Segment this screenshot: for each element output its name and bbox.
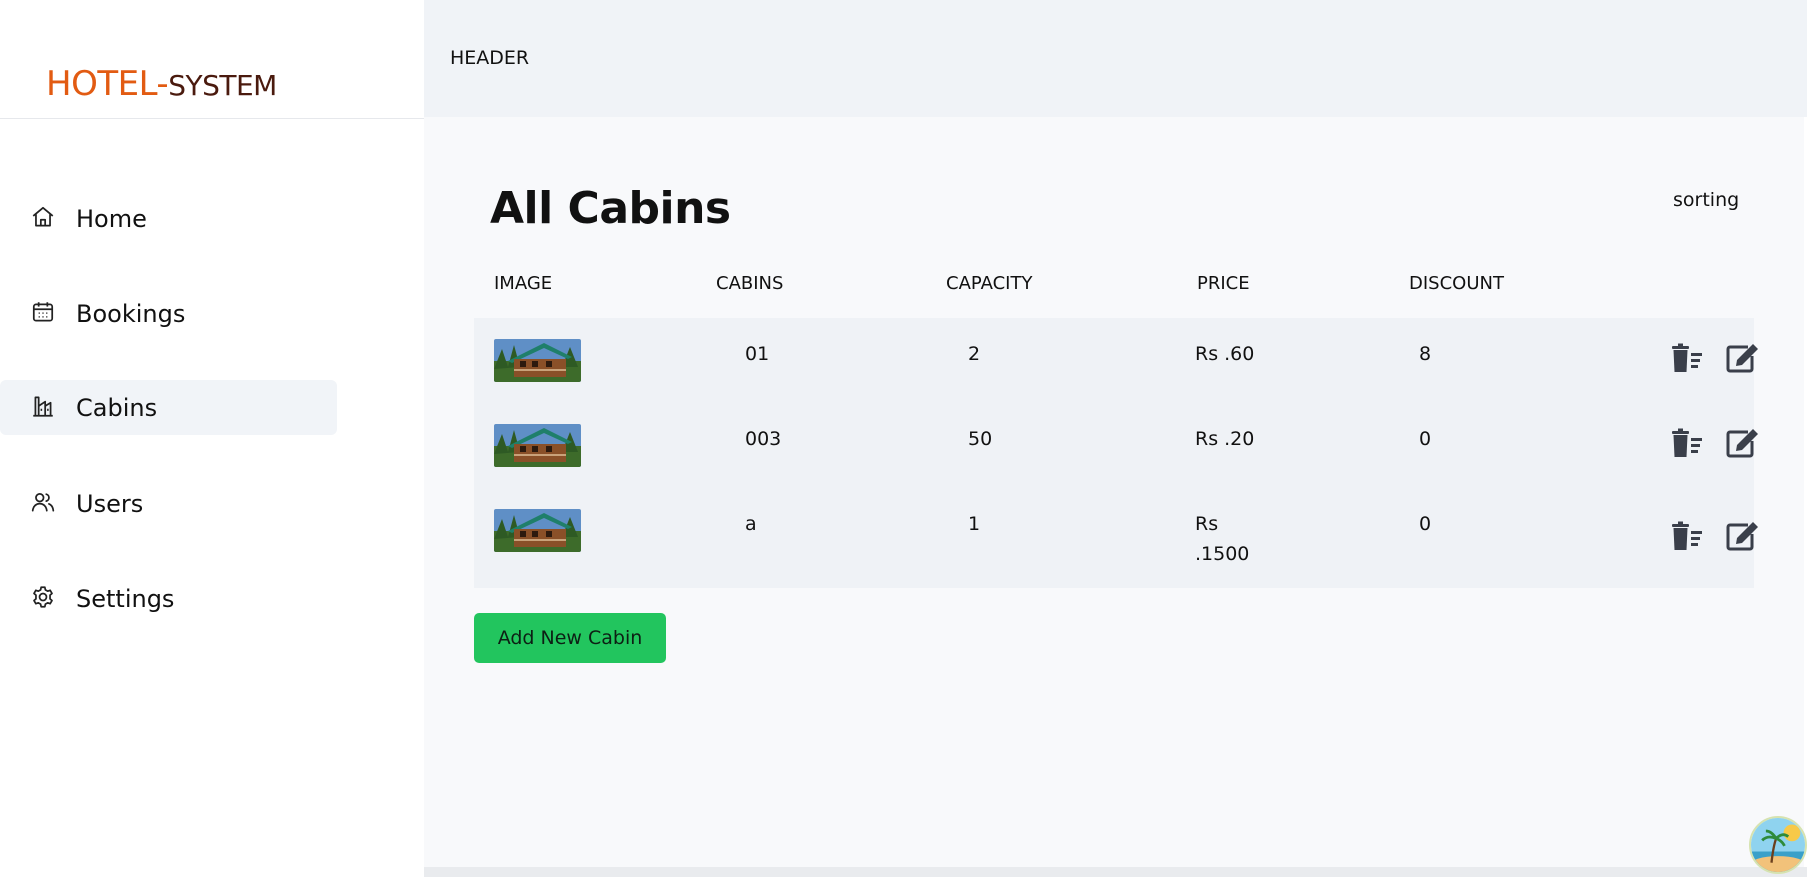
sidebar-item-label: Users: [76, 489, 144, 518]
trash-icon: [1670, 521, 1704, 555]
cabin-name: 003: [745, 428, 782, 450]
users-icon: [30, 489, 56, 519]
cabin-capacity: 1: [968, 513, 981, 535]
column-header-capacity: CAPACITY: [946, 273, 1033, 294]
sidebar-item-home[interactable]: Home: [0, 191, 337, 246]
brand-logo[interactable]: HOTEL-SYSTEM: [46, 62, 277, 108]
sidebar-item-label: Settings: [76, 584, 175, 613]
logo-divider: [0, 118, 424, 119]
add-new-cabin-button[interactable]: Add New Cabin: [474, 613, 666, 663]
avatar[interactable]: [1749, 816, 1807, 874]
edit-icon: [1725, 343, 1759, 377]
calendar-icon: [30, 299, 56, 329]
home-icon: [30, 204, 56, 234]
edit-icon: [1725, 428, 1759, 462]
sidebar-item-settings[interactable]: Settings: [0, 571, 337, 626]
sidebar-item-label: Home: [76, 204, 147, 233]
brand-part-hotel: HOTEL-: [46, 64, 169, 104]
cabin-name: 01: [745, 343, 770, 365]
cabin-price: Rs .1500: [1195, 513, 1250, 565]
horizontal-scrollbar[interactable]: [424, 867, 1807, 877]
table-row: 01 2 Rs .60 8: [474, 318, 1758, 403]
cabin-capacity: 50: [968, 428, 993, 450]
column-header-cabins: CABINS: [716, 273, 784, 294]
main-content: All Cabins sorting IMAGE CABINS CAPACITY…: [424, 117, 1804, 867]
cabin-discount: 0: [1419, 428, 1432, 450]
column-header-image: IMAGE: [494, 273, 553, 294]
edit-button[interactable]: [1725, 343, 1759, 377]
cabins-table-body: 01 2 Rs .60 8 003 50 Rs .20 0 a 1 Rs .15…: [474, 318, 1758, 588]
cabin-capacity: 2: [968, 343, 981, 365]
trash-icon: [1670, 428, 1704, 462]
sidebar-item-bookings[interactable]: Bookings: [0, 286, 337, 341]
page-title: All Cabins: [490, 183, 731, 234]
table-row: 003 50 Rs .20 0: [474, 403, 1758, 488]
edit-button[interactable]: [1725, 521, 1759, 555]
delete-button[interactable]: [1670, 343, 1704, 377]
table-row: a 1 Rs .1500 0: [474, 488, 1758, 588]
column-header-discount: DISCOUNT: [1409, 273, 1504, 294]
delete-button[interactable]: [1670, 521, 1704, 555]
cabin-name: a: [745, 513, 757, 535]
cabin-image: [494, 339, 581, 382]
column-header-price: PRICE: [1197, 273, 1250, 294]
header-title: HEADER: [450, 47, 530, 69]
cabin-image: [494, 424, 581, 467]
sidebar-item-users[interactable]: Users: [0, 476, 337, 531]
cabin-image: [494, 509, 581, 552]
sidebar: HOTEL-SYSTEM Home Bookings Cabins Users …: [0, 0, 424, 877]
sorting-control[interactable]: sorting: [1673, 189, 1739, 211]
gear-icon: [30, 584, 56, 614]
edit-icon: [1725, 521, 1759, 555]
cabin-discount: 8: [1419, 343, 1432, 365]
top-header: HEADER: [424, 0, 1807, 117]
cabin-price: Rs .60: [1195, 343, 1255, 365]
sidebar-item-cabins[interactable]: Cabins: [0, 380, 337, 435]
brand-part-system: SYSTEM: [168, 69, 277, 102]
edit-button[interactable]: [1725, 428, 1759, 462]
delete-button[interactable]: [1670, 428, 1704, 462]
cabin-discount: 0: [1419, 513, 1432, 535]
trash-icon: [1670, 343, 1704, 377]
cabin-price: Rs .20: [1195, 428, 1255, 450]
sidebar-item-label: Cabins: [76, 393, 158, 422]
sidebar-item-label: Bookings: [76, 299, 186, 328]
cabin-building-icon: [30, 393, 56, 423]
